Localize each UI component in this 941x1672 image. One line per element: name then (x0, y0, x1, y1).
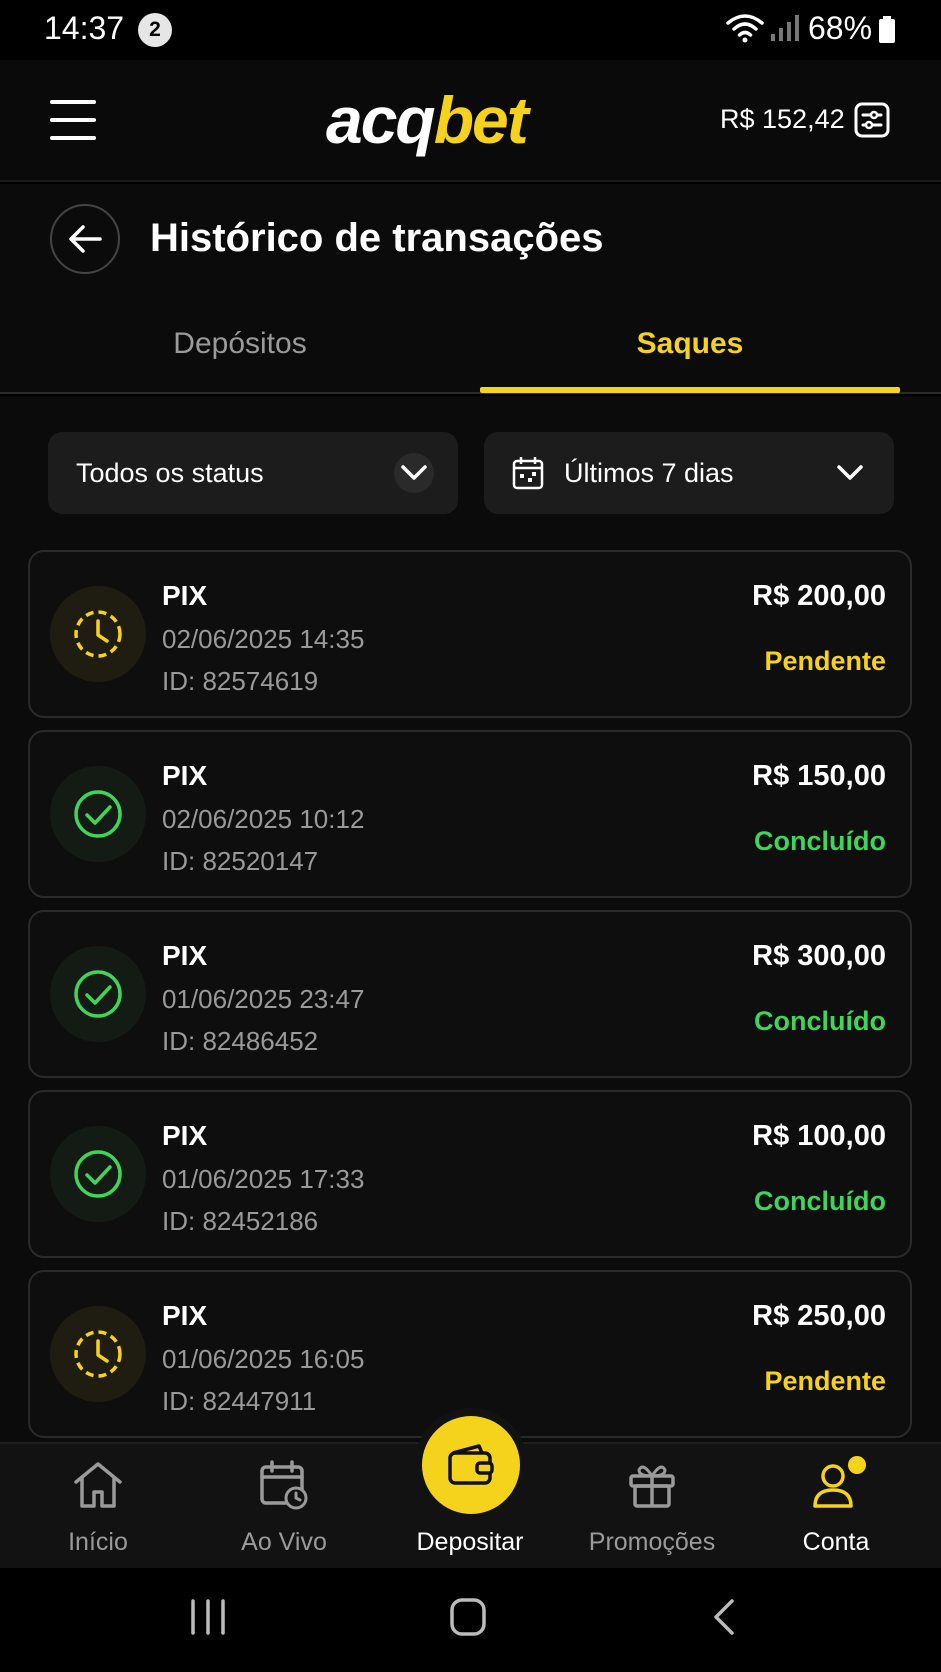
transaction-date: 01/06/2025 23:47 (162, 984, 365, 1014)
wifi-icon (726, 12, 764, 49)
pending-clock-icon (50, 586, 146, 682)
transaction-amount: R$ 200,00 (752, 580, 886, 612)
active-tab-indicator (480, 387, 900, 393)
battery-level: 68% (808, 10, 873, 46)
tab-deposits[interactable]: Depósitos (0, 294, 480, 394)
nav-item-home[interactable]: Início (4, 1444, 192, 1570)
back-button[interactable] (50, 204, 120, 274)
deposit-fab-button[interactable] (422, 1416, 520, 1514)
signal-icon (770, 14, 800, 47)
status-time: 14:37 (44, 10, 125, 46)
app-header: acqbet R$ 152,42 (0, 60, 941, 182)
nav-item-live[interactable]: Ao Vivo (190, 1444, 378, 1570)
transaction-id: ID: 82486452 (162, 1026, 319, 1056)
calendar-icon (512, 456, 544, 490)
transaction-id: ID: 82520147 (162, 846, 319, 876)
period-filter-dropdown[interactable]: Últimos 7 dias (484, 432, 894, 514)
check-circle-icon (50, 946, 146, 1042)
chevron-down-icon (394, 453, 434, 493)
nav-item-account[interactable]: Conta (742, 1444, 930, 1570)
transaction-date: 02/06/2025 10:12 (162, 804, 365, 834)
check-circle-icon (50, 766, 146, 862)
transaction-method: PIX (162, 760, 208, 791)
transaction-date: 02/06/2025 14:35 (162, 624, 365, 654)
nav-label-live: Ao Vivo (241, 1528, 327, 1556)
transaction-amount: R$ 100,00 (752, 1120, 886, 1152)
transaction-id: ID: 82447911 (162, 1386, 317, 1416)
transaction-card[interactable]: PIX 01/06/2025 16:05 ID: 82447911 R$ 250… (28, 1270, 912, 1438)
transaction-status: Concluído (754, 1186, 886, 1216)
transaction-amount: R$ 250,00 (752, 1300, 886, 1332)
transaction-card[interactable]: PIX 02/06/2025 14:35 ID: 82574619 R$ 200… (28, 550, 912, 718)
status-filter-dropdown[interactable]: Todos os status (48, 432, 458, 514)
check-circle-icon (50, 1126, 146, 1222)
nav-label-promotions: Promoções (588, 1528, 716, 1556)
pending-clock-icon (50, 1306, 146, 1402)
status-filter-value: Todos os status (76, 457, 264, 488)
nav-label-account: Conta (802, 1528, 870, 1556)
transaction-card[interactable]: PIX 01/06/2025 23:47 ID: 82486452 R$ 300… (28, 910, 912, 1078)
transaction-amount: R$ 300,00 (752, 940, 886, 972)
transaction-method: PIX (162, 580, 208, 611)
wallet-balance[interactable]: R$ 152,42 (720, 104, 845, 135)
tab-withdrawals[interactable]: Saques (480, 294, 900, 394)
transaction-amount: R$ 150,00 (752, 760, 886, 792)
battery-icon (878, 16, 896, 49)
hamburger-icon (50, 100, 96, 104)
chevron-down-icon (830, 453, 870, 493)
transaction-status: Concluído (754, 1006, 886, 1036)
home-icon (72, 1460, 124, 1515)
home-button-icon[interactable] (450, 1598, 486, 1641)
transaction-id: ID: 82452186 (162, 1206, 319, 1236)
transaction-date: 01/06/2025 16:05 (162, 1344, 365, 1374)
page-title-bar: Histórico de transações (0, 184, 941, 294)
notification-badge: 2 (138, 13, 172, 47)
logo-text-primary: acq (326, 83, 436, 157)
status-bar: 14:37 2 68% (0, 0, 941, 60)
transaction-method: PIX (162, 1120, 208, 1151)
gift-icon (627, 1460, 677, 1515)
arrow-left-icon (69, 225, 102, 253)
transaction-method: PIX (162, 940, 208, 971)
transaction-date: 01/06/2025 17:33 (162, 1164, 365, 1194)
page-title: Histórico de transações (150, 216, 604, 260)
transaction-card[interactable]: PIX 01/06/2025 17:33 ID: 82452186 R$ 100… (28, 1090, 912, 1258)
nav-item-promotions[interactable]: Promoções (558, 1444, 746, 1570)
transaction-tabs: Depósitos Saques (0, 294, 941, 394)
menu-button[interactable] (50, 100, 96, 140)
brand-logo[interactable]: acqbet (326, 82, 529, 158)
period-filter-value: Últimos 7 dias (564, 457, 734, 488)
transaction-status: Pendente (764, 1366, 886, 1396)
account-notification-dot (848, 1456, 866, 1474)
live-calendar-icon (259, 1460, 309, 1515)
nav-label-home: Início (68, 1528, 128, 1556)
transaction-status: Pendente (764, 646, 886, 676)
nav-label-deposit: Depositar (416, 1528, 524, 1556)
system-navigation-bar (0, 1568, 941, 1672)
back-system-icon[interactable] (712, 1598, 736, 1641)
transaction-status: Concluído (754, 826, 886, 856)
wallet-icon (448, 1444, 494, 1485)
transaction-card[interactable]: PIX 02/06/2025 10:12 ID: 82520147 R$ 150… (28, 730, 912, 898)
transactions-content: Todos os status Últimos 7 dias PIX 02/06… (0, 396, 941, 1442)
recent-apps-icon[interactable] (190, 1598, 226, 1641)
logo-text-accent: bet (433, 83, 529, 157)
transaction-id: ID: 82574619 (162, 666, 319, 696)
transaction-method: PIX (162, 1300, 208, 1331)
wallet-toggle-icon[interactable] (854, 102, 890, 143)
